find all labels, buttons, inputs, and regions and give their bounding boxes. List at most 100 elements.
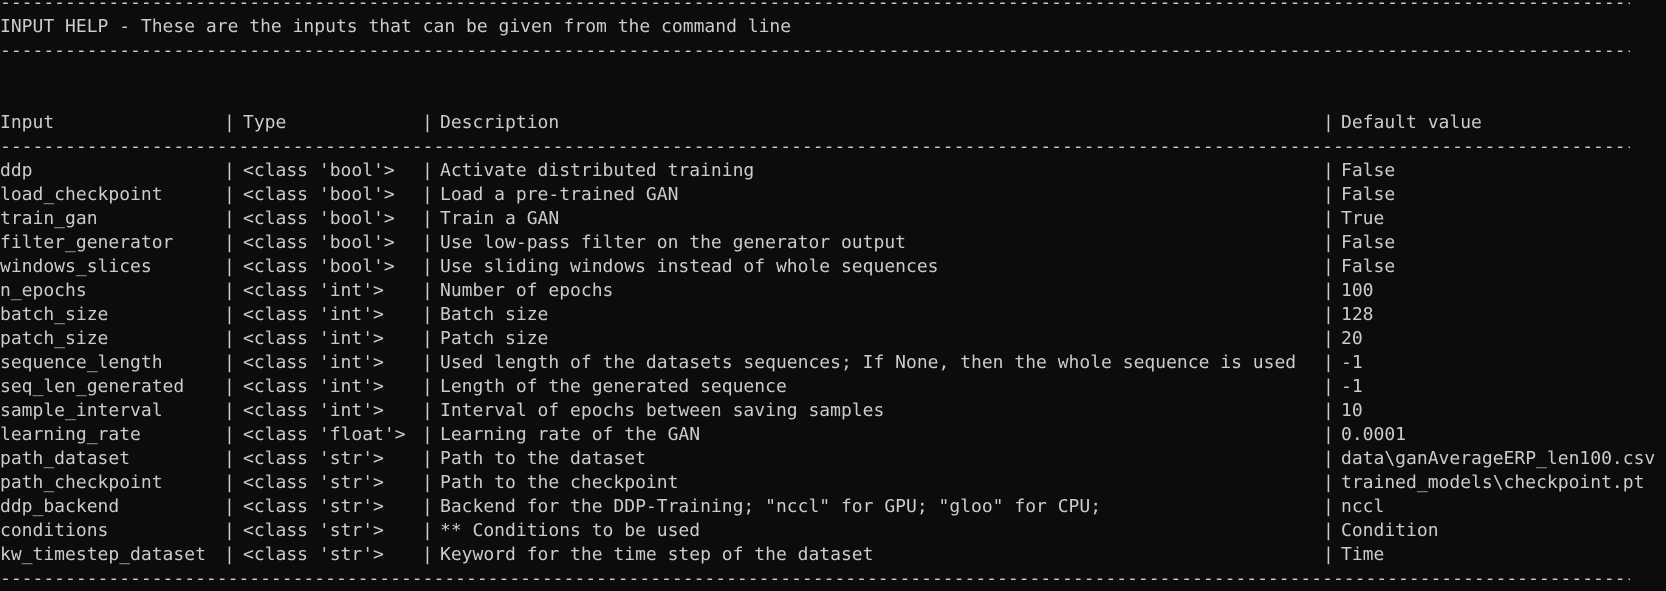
table-row: windows_slices | <class 'bool'> | Use slidin… <box>0 255 1666 279</box>
cell-input: sequence_length <box>0 352 163 373</box>
column-separator: | <box>1323 448 1334 469</box>
column-separator: | <box>224 472 235 493</box>
column-separator: | <box>422 376 433 397</box>
column-separator: | <box>1323 544 1334 565</box>
cell-input: ddp <box>0 160 33 181</box>
cell-description: Keyword for the time step of the dataset <box>440 544 874 565</box>
column-separator: | <box>224 424 235 445</box>
cell-default: trained_models\checkpoint.pt <box>1341 472 1645 493</box>
table-row: n_epochs | <class 'int'> | Number of epochs |… <box>0 279 1666 303</box>
cell-default: 128 <box>1341 304 1374 325</box>
cell-default: Condition <box>1341 520 1439 541</box>
column-separator: | <box>224 448 235 469</box>
cell-description: Train a GAN <box>440 208 560 229</box>
column-separator: | <box>422 400 433 421</box>
terminal-window[interactable]: ----------------------------------------… <box>0 0 1666 590</box>
cell-description: Backend for the DDP-Training; "nccl" for… <box>440 496 1102 517</box>
cell-default: data\ganAverageERP_len100.csv <box>1341 448 1656 469</box>
cell-description: Patch size <box>440 328 549 349</box>
table-row: filter_generator | <class 'bool'> | Use low-… <box>0 231 1666 255</box>
cell-type: <class 'str'> <box>243 544 384 565</box>
column-separator: | <box>422 328 433 349</box>
column-header-description: Description <box>440 112 560 133</box>
cell-type: <class 'int'> <box>243 304 384 325</box>
column-separator: | <box>1323 256 1334 277</box>
table-row: path_dataset | <class 'str'> | Path to the d… <box>0 447 1666 471</box>
column-separator: | <box>422 304 433 325</box>
cell-input: path_dataset <box>0 448 131 469</box>
column-separator: | <box>224 232 235 253</box>
column-separator: | <box>224 280 235 301</box>
cell-description: Number of epochs <box>440 280 614 301</box>
cell-default: False <box>1341 184 1396 205</box>
cell-default: 10 <box>1341 400 1363 421</box>
cell-description: Path to the dataset <box>440 448 646 469</box>
top-rule: ----------------------------------------… <box>0 0 1630 13</box>
table-row: batch_size | <class 'int'> | Batch size | 128 <box>0 303 1666 327</box>
cell-default: -1 <box>1341 352 1363 373</box>
column-separator: | <box>422 448 433 469</box>
table-row: patch_size | <class 'int'> | Patch size | 20 <box>0 327 1666 351</box>
title-rule: ----------------------------------------… <box>0 40 1630 61</box>
cell-type: <class 'str'> <box>243 448 384 469</box>
column-separator: | <box>1323 304 1334 325</box>
table-row: ddp | <class 'bool'> | Activate distributed … <box>0 159 1666 183</box>
cell-default: False <box>1341 256 1396 277</box>
column-separator: | <box>422 208 433 229</box>
cell-default: 100 <box>1341 280 1374 301</box>
cell-type: <class 'bool'> <box>243 208 395 229</box>
column-separator: | <box>224 376 235 397</box>
cell-type: <class 'int'> <box>243 280 384 301</box>
table-row: learning_rate | <class 'float'> | Learning r… <box>0 423 1666 447</box>
cell-type: <class 'str'> <box>243 496 384 517</box>
cell-description: Length of the generated sequence <box>440 376 787 397</box>
cell-default: 0.0001 <box>1341 424 1407 445</box>
cell-description: ** Conditions to be used <box>440 520 701 541</box>
column-separator: | <box>1323 496 1334 517</box>
column-separator: | <box>1323 160 1334 181</box>
cell-type: <class 'int'> <box>243 328 384 349</box>
column-separator: | <box>224 328 235 349</box>
cell-input: learning_rate <box>0 424 141 445</box>
table-row: kw_timestep_dataset | <class 'str'> | Keywor… <box>0 543 1666 567</box>
cell-type: <class 'bool'> <box>243 160 395 181</box>
cell-default: 20 <box>1341 328 1363 349</box>
column-header-default: Default value <box>1341 112 1482 133</box>
cell-description: Used length of the datasets sequences; I… <box>440 352 1297 373</box>
column-header-input: Input <box>0 112 55 133</box>
column-separator: | <box>224 400 235 421</box>
cell-default: False <box>1341 232 1396 253</box>
column-separator: | <box>422 232 433 253</box>
column-separator: | <box>422 472 433 493</box>
table-row: ddp_backend | <class 'str'> | Backend for th… <box>0 495 1666 519</box>
column-separator: | <box>224 496 235 517</box>
column-separator: | <box>224 352 235 373</box>
cell-input: train_gan <box>0 208 98 229</box>
cell-input: n_epochs <box>0 280 87 301</box>
column-separator: | <box>224 304 235 325</box>
table-row: sample_interval | <class 'int'> | Interval o… <box>0 399 1666 423</box>
cell-input: ddp_backend <box>0 496 120 517</box>
column-separator: | <box>1323 424 1334 445</box>
column-separator: | <box>224 160 235 181</box>
cell-type: <class 'bool'> <box>243 256 395 277</box>
column-separator: | <box>422 160 433 181</box>
cell-description: Path to the checkpoint <box>440 472 679 493</box>
cell-description: Learning rate of the GAN <box>440 424 701 445</box>
cell-input: path_checkpoint <box>0 472 163 493</box>
cell-input: conditions <box>0 520 109 541</box>
column-separator: | <box>422 184 433 205</box>
column-separator: | <box>1323 208 1334 229</box>
cell-default: Time <box>1341 544 1385 565</box>
table-row: load_checkpoint | <class 'bool'> | Load a pr… <box>0 183 1666 207</box>
column-separator: | <box>1323 376 1334 397</box>
cell-input: kw_timestep_dataset <box>0 544 206 565</box>
column-separator: | <box>1323 184 1334 205</box>
cell-input: load_checkpoint <box>0 184 163 205</box>
table-row: conditions | <class 'str'> | ** Conditions t… <box>0 519 1666 543</box>
cell-type: <class 'bool'> <box>243 184 395 205</box>
column-separator: | <box>422 112 433 133</box>
cell-description: Load a pre-trained GAN <box>440 184 679 205</box>
table-header-row: Input | Type | Description | Default val… <box>0 111 1666 135</box>
cell-input: sample_interval <box>0 400 163 421</box>
